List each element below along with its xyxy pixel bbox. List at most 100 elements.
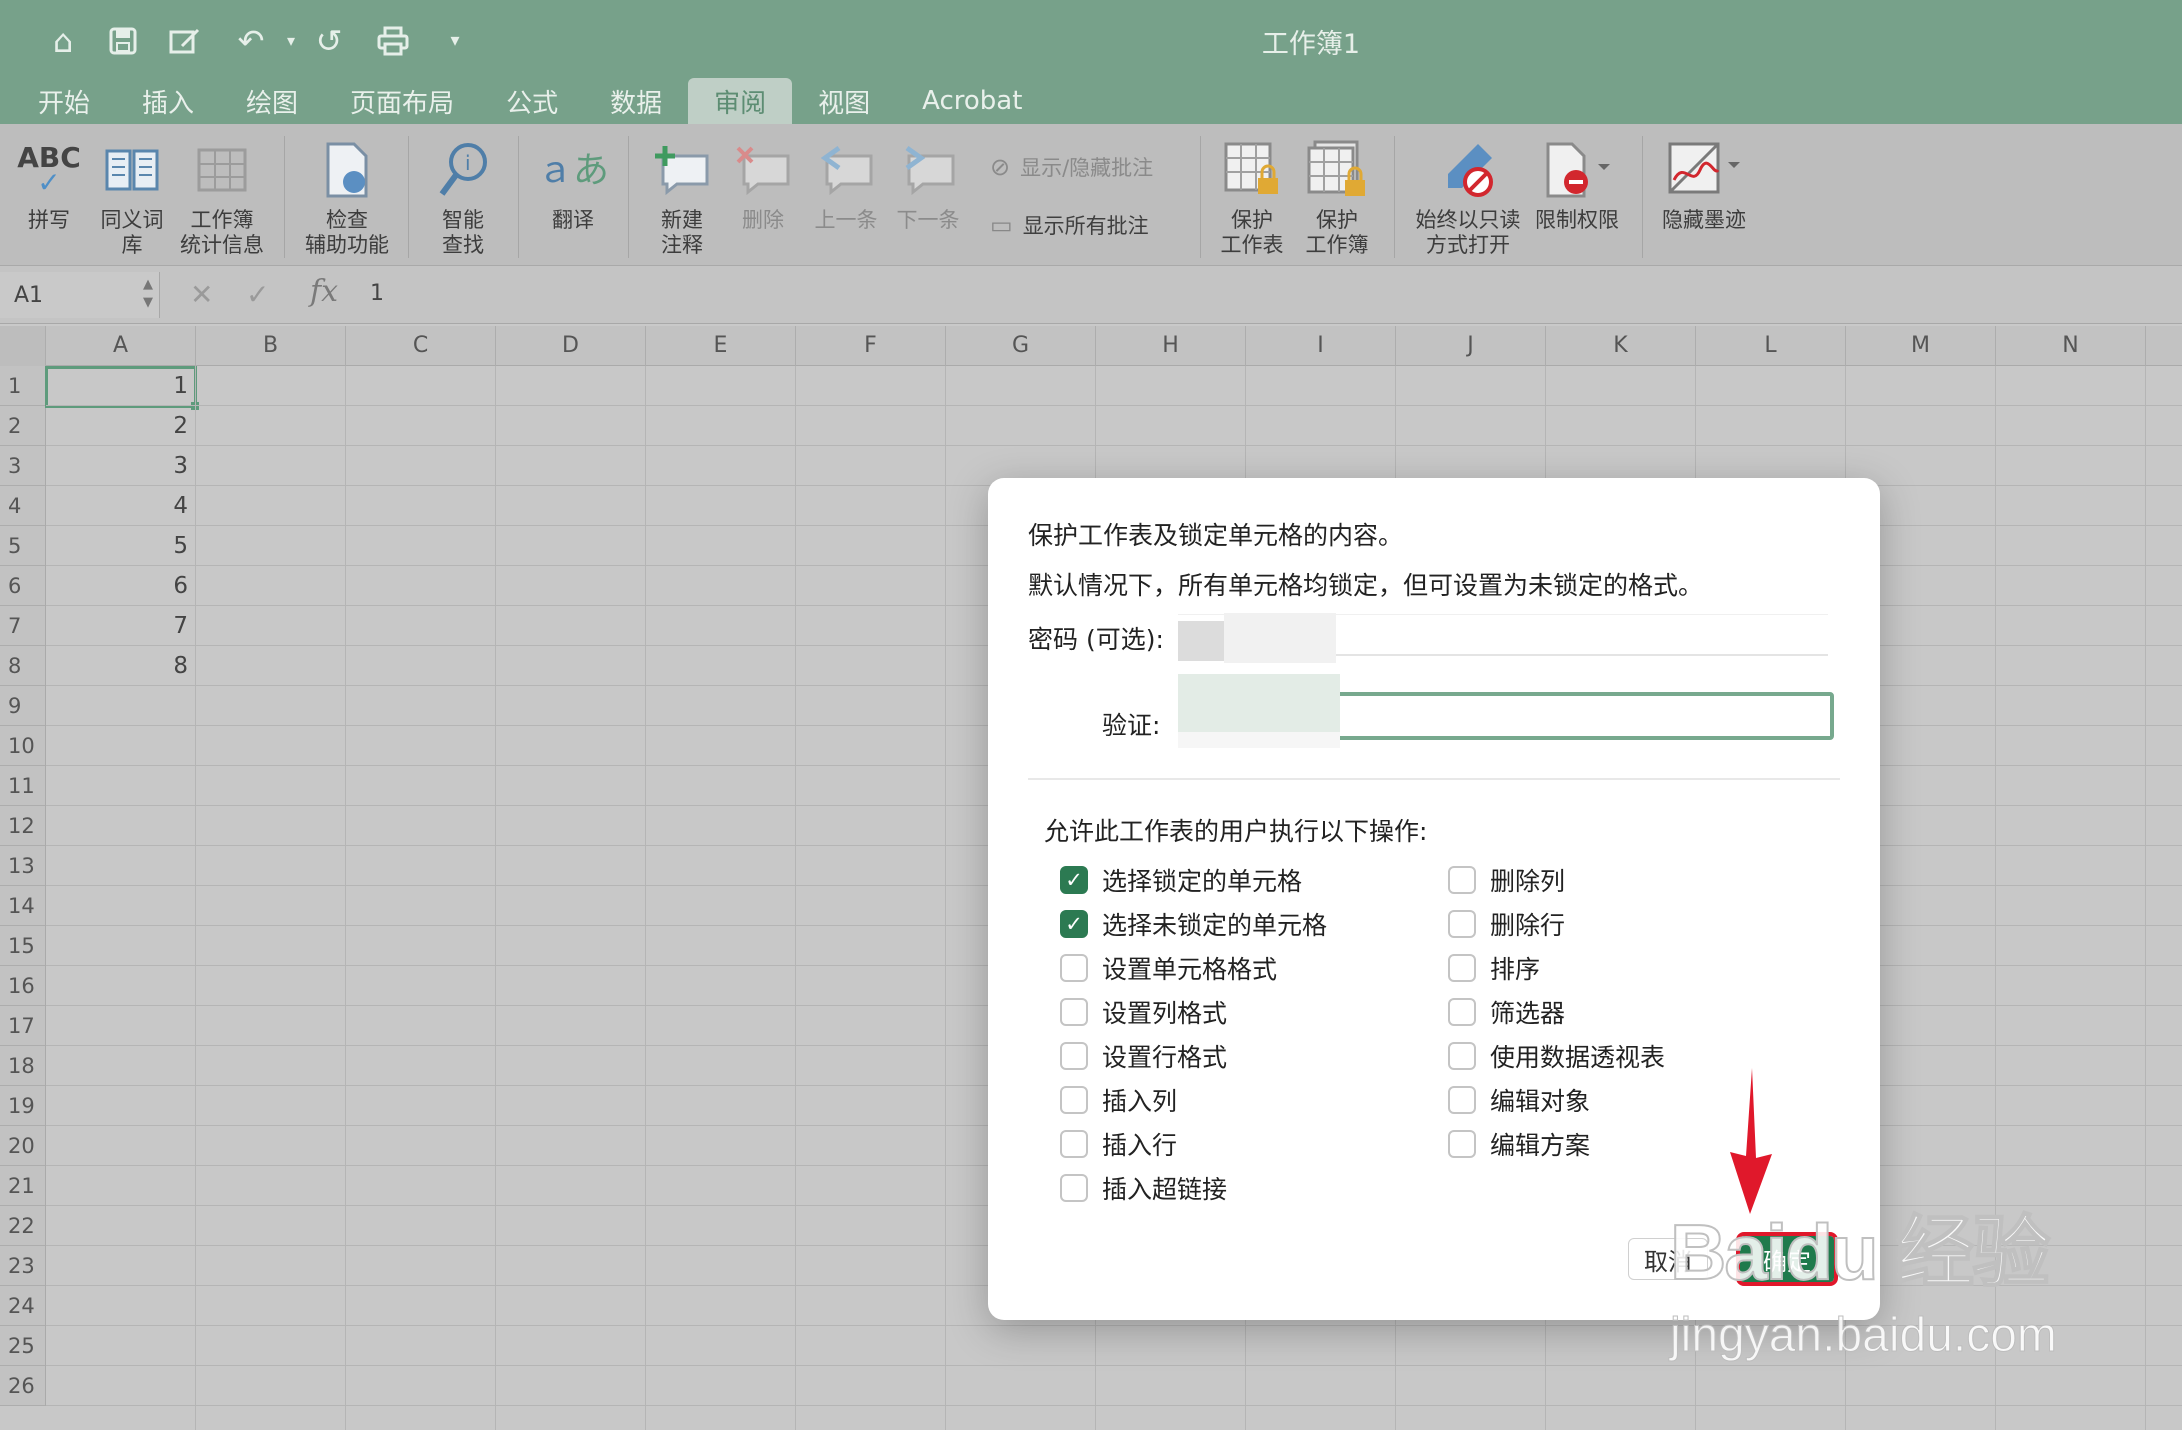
column-header-a[interactable]: A [46, 326, 196, 366]
row-header-25[interactable]: 25 [0, 1326, 46, 1366]
row-header-5[interactable]: 5 [0, 526, 46, 566]
option-options_left-0[interactable]: ✓ 选择锁定的单元格 [1060, 862, 1302, 898]
row-header-10[interactable]: 10 [0, 726, 46, 766]
row-header-19[interactable]: 19 [0, 1086, 46, 1126]
row-header-17[interactable]: 17 [0, 1006, 46, 1046]
cell-a8[interactable]: 8 [46, 646, 196, 686]
check-accessibility-button[interactable]: 检查 辅助功能 [300, 132, 394, 258]
row-header-4[interactable]: 4 [0, 486, 46, 526]
option-options_left-3[interactable]: 设置列格式 [1060, 994, 1227, 1030]
row-header-26[interactable]: 26 [0, 1366, 46, 1406]
checkbox-icon[interactable] [1060, 1086, 1088, 1114]
new-comment-button[interactable]: 新建 注释 [642, 132, 722, 258]
previous-comment-button[interactable]: 上一条 [806, 132, 886, 233]
cancel-edit-icon[interactable]: ✕ [190, 278, 213, 311]
option-options_left-1[interactable]: ✓ 选择未锁定的单元格 [1060, 906, 1327, 942]
protect-sheet-button[interactable]: 保护 工作表 [1212, 132, 1292, 258]
cell-a6[interactable]: 6 [46, 566, 196, 606]
protect-workbook-button[interactable]: 保护 工作簿 [1294, 132, 1380, 258]
option-options_left-2[interactable]: 设置单元格格式 [1060, 950, 1277, 986]
row-header-24[interactable]: 24 [0, 1286, 46, 1326]
delete-comment-button[interactable]: 删除 [726, 132, 800, 233]
option-options_right-2[interactable]: 排序 [1448, 950, 1540, 986]
cell-a3[interactable]: 3 [46, 446, 196, 486]
checkbox-icon[interactable] [1448, 1130, 1476, 1158]
row-header-14[interactable]: 14 [0, 886, 46, 926]
option-options_right-5[interactable]: 编辑对象 [1448, 1082, 1590, 1118]
checkbox-icon[interactable] [1448, 910, 1476, 938]
row-header-3[interactable]: 3 [0, 446, 46, 486]
show-hide-comments-button[interactable]: ⊘ 显示/隐藏批注 [990, 152, 1153, 182]
row-header-12[interactable]: 12 [0, 806, 46, 846]
smart-lookup-button[interactable]: i 智能 查找 [420, 132, 506, 258]
checkbox-icon[interactable] [1448, 954, 1476, 982]
row-header-13[interactable]: 13 [0, 846, 46, 886]
option-options_right-0[interactable]: 删除列 [1448, 862, 1565, 898]
row-header-20[interactable]: 20 [0, 1126, 46, 1166]
checkbox-icon[interactable] [1448, 1086, 1476, 1114]
row-header-16[interactable]: 16 [0, 966, 46, 1006]
translate-button[interactable]: ａあ 翻译 [530, 132, 616, 233]
formula-input[interactable]: 1 [370, 281, 384, 306]
option-options_right-3[interactable]: 筛选器 [1448, 994, 1565, 1030]
checkbox-icon[interactable] [1060, 954, 1088, 982]
tab-draw[interactable]: 绘图 [220, 78, 324, 124]
cell-a5[interactable]: 5 [46, 526, 196, 566]
option-options_right-4[interactable]: 使用数据透视表 [1448, 1038, 1665, 1074]
next-comment-button[interactable]: 下一条 [888, 132, 968, 233]
checkbox-icon[interactable] [1448, 998, 1476, 1026]
column-header-j[interactable]: J [1396, 326, 1546, 366]
column-header-g[interactable]: G [946, 326, 1096, 366]
column-header-k[interactable]: K [1546, 326, 1696, 366]
column-header-n[interactable]: N [1996, 326, 2146, 366]
checkbox-icon[interactable] [1060, 1042, 1088, 1070]
row-header-15[interactable]: 15 [0, 926, 46, 966]
option-options_left-4[interactable]: 设置行格式 [1060, 1038, 1227, 1074]
checkbox-icon[interactable] [1060, 1130, 1088, 1158]
spelling-button[interactable]: ABC ✓ 拼写 [14, 132, 84, 233]
cell-a2[interactable]: 2 [46, 406, 196, 446]
column-header-i[interactable]: I [1246, 326, 1396, 366]
checkbox-icon[interactable] [1060, 998, 1088, 1026]
row-header-9[interactable]: 9 [0, 686, 46, 726]
column-header-h[interactable]: H [1096, 326, 1246, 366]
workbook-statistics-button[interactable]: 工作簿 统计信息 [176, 132, 268, 258]
always-open-readonly-button[interactable]: 始终以只读 方式打开 [1406, 132, 1530, 258]
tab-acrobat[interactable]: Acrobat [896, 78, 1048, 124]
tab-review[interactable]: 审阅 [688, 78, 793, 124]
column-header-c[interactable]: C [346, 326, 496, 366]
selected-cell-a1[interactable] [45, 366, 197, 408]
name-box[interactable]: A1 ▲ ▼ [0, 272, 160, 318]
column-header-l[interactable]: L [1696, 326, 1846, 366]
column-header-f[interactable]: F [796, 326, 946, 366]
thesaurus-button[interactable]: 同义词 库 [92, 132, 172, 258]
checkbox-checked-icon[interactable]: ✓ [1060, 866, 1088, 894]
row-header-8[interactable]: 8 [0, 646, 46, 686]
option-options_right-6[interactable]: 编辑方案 [1448, 1126, 1590, 1162]
tab-page-layout[interactable]: 页面布局 [324, 78, 480, 124]
option-options_left-7[interactable]: 插入超链接 [1060, 1170, 1227, 1206]
hide-ink-button[interactable]: 隐藏墨迹 [1656, 132, 1752, 233]
option-options_right-1[interactable]: 删除行 [1448, 906, 1565, 942]
checkbox-checked-icon[interactable]: ✓ [1060, 910, 1088, 938]
confirm-edit-icon[interactable]: ✓ [246, 278, 269, 311]
checkbox-icon[interactable] [1448, 1042, 1476, 1070]
checkbox-icon[interactable] [1060, 1174, 1088, 1202]
row-header-7[interactable]: 7 [0, 606, 46, 646]
name-box-stepper-icon[interactable]: ▲ ▼ [143, 276, 153, 312]
password-field[interactable] [1178, 613, 1828, 663]
row-header-22[interactable]: 22 [0, 1206, 46, 1246]
row-header-23[interactable]: 23 [0, 1246, 46, 1286]
select-all-corner[interactable] [0, 326, 46, 366]
option-options_left-5[interactable]: 插入列 [1060, 1082, 1177, 1118]
tab-data[interactable]: 数据 [584, 78, 688, 124]
row-header-2[interactable]: 2 [0, 406, 46, 446]
cell-a4[interactable]: 4 [46, 486, 196, 526]
row-header-6[interactable]: 6 [0, 566, 46, 606]
column-header-m[interactable]: M [1846, 326, 1996, 366]
option-options_left-6[interactable]: 插入行 [1060, 1126, 1177, 1162]
column-header-d[interactable]: D [496, 326, 646, 366]
verify-field[interactable] [1178, 674, 1834, 748]
row-header-18[interactable]: 18 [0, 1046, 46, 1086]
tab-view[interactable]: 视图 [792, 78, 896, 124]
